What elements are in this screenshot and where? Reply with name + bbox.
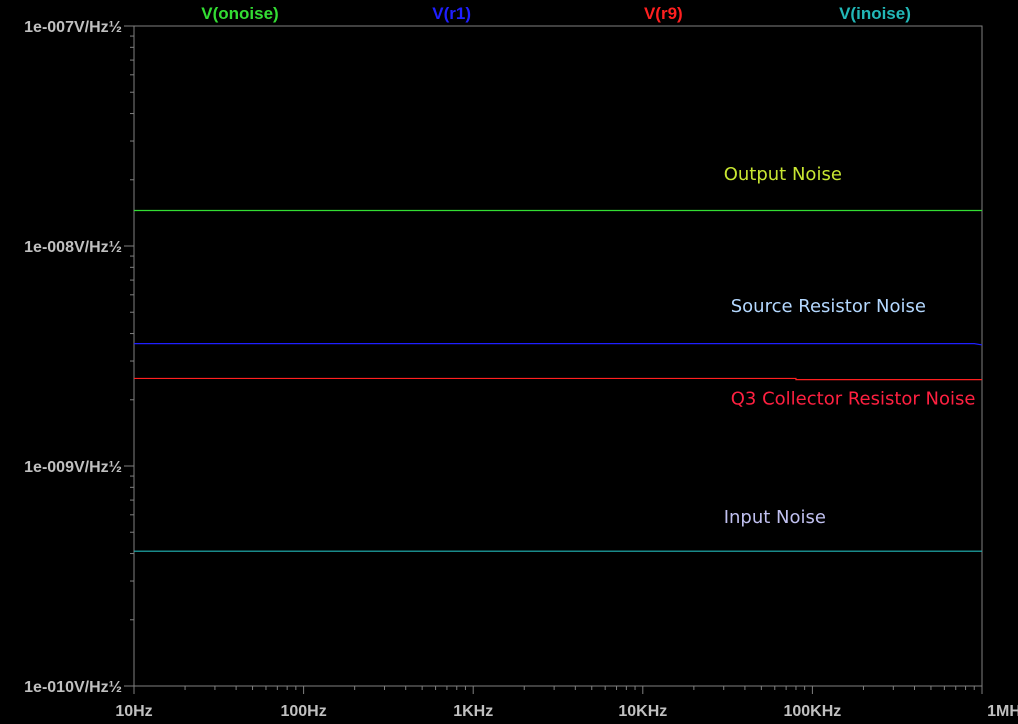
x-tick-label: 1MHz [987,703,1018,720]
x-tick-label: 100KHz [783,703,841,720]
y-tick-label: 1e-010V/Hz½ [24,679,122,696]
plot-frame [133,25,983,687]
annotation-label: Input Noise [724,507,826,528]
annotation-label: Output Noise [724,164,842,185]
legend: V(onoise) V(r1) V(r9) V(inoise) [201,4,911,23]
annotation-layer: Output Noise Source Resistor Noise Q3 Coll… [724,164,976,528]
plot-border [133,25,983,687]
series-line-v-r1- [134,343,983,346]
series-layer [134,209,983,552]
x-tick-label: 10KHz [618,703,667,720]
legend-entry[interactable]: V(r1) [432,4,471,23]
annotation-label: Source Resistor Noise [731,296,926,317]
x-tick-label: 100Hz [280,703,326,720]
y-axis: 1e-007V/Hz½ 1e-008V/Hz½ 1e-009V/Hz½ 1e-010V… [24,19,134,696]
series-line-v-r9- [134,377,982,381]
legend-entry[interactable]: V(onoise) [201,4,278,23]
y-tick-label: 1e-009V/Hz½ [24,459,122,476]
y-tick-label: 1e-008V/Hz½ [24,239,122,256]
x-axis: 10Hz 100Hz 1KHz 10KHz 100KHz 1MHz [115,686,1018,720]
minor-ticks [126,35,975,690]
legend-entry[interactable]: V(r9) [644,4,683,23]
noise-plot: Output Noise Source Resistor Noise Q3 Coll… [24,4,1018,720]
y-tick-label: 1e-007V/Hz½ [24,19,122,36]
x-tick-label: 1KHz [453,703,493,720]
x-tick-label: 10Hz [115,703,152,720]
annotation-label: Q3 Collector Resistor Noise [731,389,976,410]
legend-entry[interactable]: V(inoise) [839,4,911,23]
